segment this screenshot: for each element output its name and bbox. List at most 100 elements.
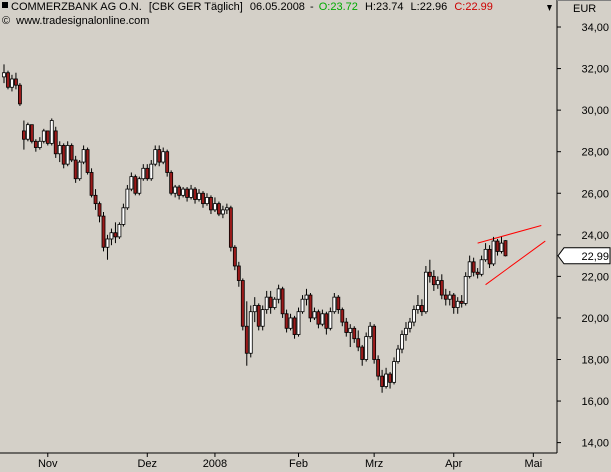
candle-body	[197, 192, 201, 200]
candle	[463, 272, 468, 306]
candle-body	[364, 336, 369, 360]
plot-area[interactable]	[0, 0, 557, 453]
candle-body	[209, 197, 213, 211]
candle-body	[368, 325, 373, 338]
candle-body	[372, 325, 377, 360]
header-separator: -	[310, 1, 314, 13]
candle-body	[85, 149, 90, 173]
candle-body	[360, 346, 365, 360]
currency-label: EUR	[573, 3, 596, 15]
candle-body	[356, 338, 361, 348]
candle-body	[125, 188, 130, 209]
candle-body	[224, 207, 229, 211]
candle-body	[29, 124, 34, 142]
candle-body	[316, 311, 321, 325]
candle-body	[308, 294, 313, 319]
header-marker	[2, 2, 8, 8]
candle-body	[447, 294, 452, 300]
candle-body	[268, 296, 273, 308]
candle-body	[324, 313, 329, 329]
candle-body	[392, 361, 396, 383]
candle	[503, 240, 508, 257]
candle-body	[25, 124, 30, 140]
header-low-label: L:	[411, 1, 420, 13]
candle-body	[113, 232, 118, 238]
y-tick-label: 22,00	[581, 271, 609, 283]
last-price-marker: 22,99	[557, 247, 611, 265]
y-tick-label: 26,00	[581, 188, 609, 200]
candle	[29, 124, 34, 144]
candle-body	[18, 84, 22, 105]
candle-body	[292, 317, 297, 335]
candle	[392, 357, 396, 385]
candle-body	[37, 140, 42, 148]
candle-body	[81, 149, 86, 163]
candle-body	[117, 224, 122, 238]
x-tick-label: Apr	[445, 458, 462, 470]
header-open-value: 23.72	[330, 1, 358, 13]
candle	[133, 174, 138, 196]
candle	[169, 170, 174, 196]
candle-body	[14, 78, 18, 86]
y-tick-label: 16,00	[581, 396, 609, 408]
candle	[491, 236, 496, 266]
chart-window: COMMERZBANK AG O.N. [CBK GER Täglich] 06…	[0, 0, 611, 472]
x-tick-label: Nov	[38, 458, 58, 470]
candle-body	[423, 271, 428, 313]
candle-body	[412, 309, 416, 323]
last-price-label: 22,99	[581, 251, 609, 263]
candle-body	[435, 280, 440, 286]
candle-body	[280, 288, 285, 315]
candle-body	[463, 275, 468, 304]
candle-body	[499, 242, 504, 252]
candle-body	[296, 311, 301, 335]
candle-body	[244, 325, 249, 354]
candle-body	[483, 248, 488, 261]
candle-body	[380, 375, 385, 387]
header-high-value: 23.74	[376, 1, 404, 13]
candle-body	[439, 280, 444, 296]
candle-body	[73, 159, 78, 180]
candle	[248, 305, 253, 358]
svg-text:COMMERZBANK AG O.N. [C: COMMERZBANK AG O.N. [CBK GER Täglich] 06…	[11, 1, 493, 13]
y-tick-label: 24,00	[581, 230, 609, 242]
candle-body	[336, 296, 341, 311]
candle-body	[328, 311, 333, 329]
y-tick-label: 34,00	[581, 22, 609, 34]
header-website: www.tradesignalonline.com	[15, 15, 149, 27]
candle	[45, 130, 50, 146]
candle-body	[272, 298, 277, 308]
candle	[69, 143, 74, 163]
candle-body	[89, 172, 94, 196]
candle-body	[384, 373, 388, 387]
candle-body	[129, 176, 134, 190]
candle-body	[21, 130, 26, 140]
candle-body	[177, 186, 182, 196]
candle-body	[236, 265, 241, 281]
candle-body	[320, 313, 325, 325]
candle-body	[431, 275, 436, 286]
candle-body	[400, 334, 404, 350]
candle	[296, 307, 301, 337]
x-tick-label: Mai	[524, 458, 542, 470]
header-open-label: O:	[319, 1, 331, 13]
candle-body	[284, 313, 289, 329]
candle-body	[256, 305, 261, 327]
candle	[217, 201, 221, 217]
candle-body	[145, 167, 150, 180]
candle	[308, 292, 313, 323]
candle	[53, 126, 58, 158]
candle-body	[467, 261, 472, 277]
candle-body	[93, 194, 98, 205]
candle-body	[121, 207, 126, 225]
candle-body	[173, 186, 178, 194]
candle-body	[228, 207, 233, 248]
candle-body	[45, 130, 50, 144]
candle-body	[300, 298, 305, 313]
candle-body	[157, 149, 162, 163]
header-close-label: C:	[454, 1, 465, 13]
copyright-icon: ©	[2, 15, 10, 27]
candle-body	[332, 296, 337, 313]
candle-body	[149, 163, 154, 180]
y-tick-label: 32,00	[581, 64, 609, 76]
